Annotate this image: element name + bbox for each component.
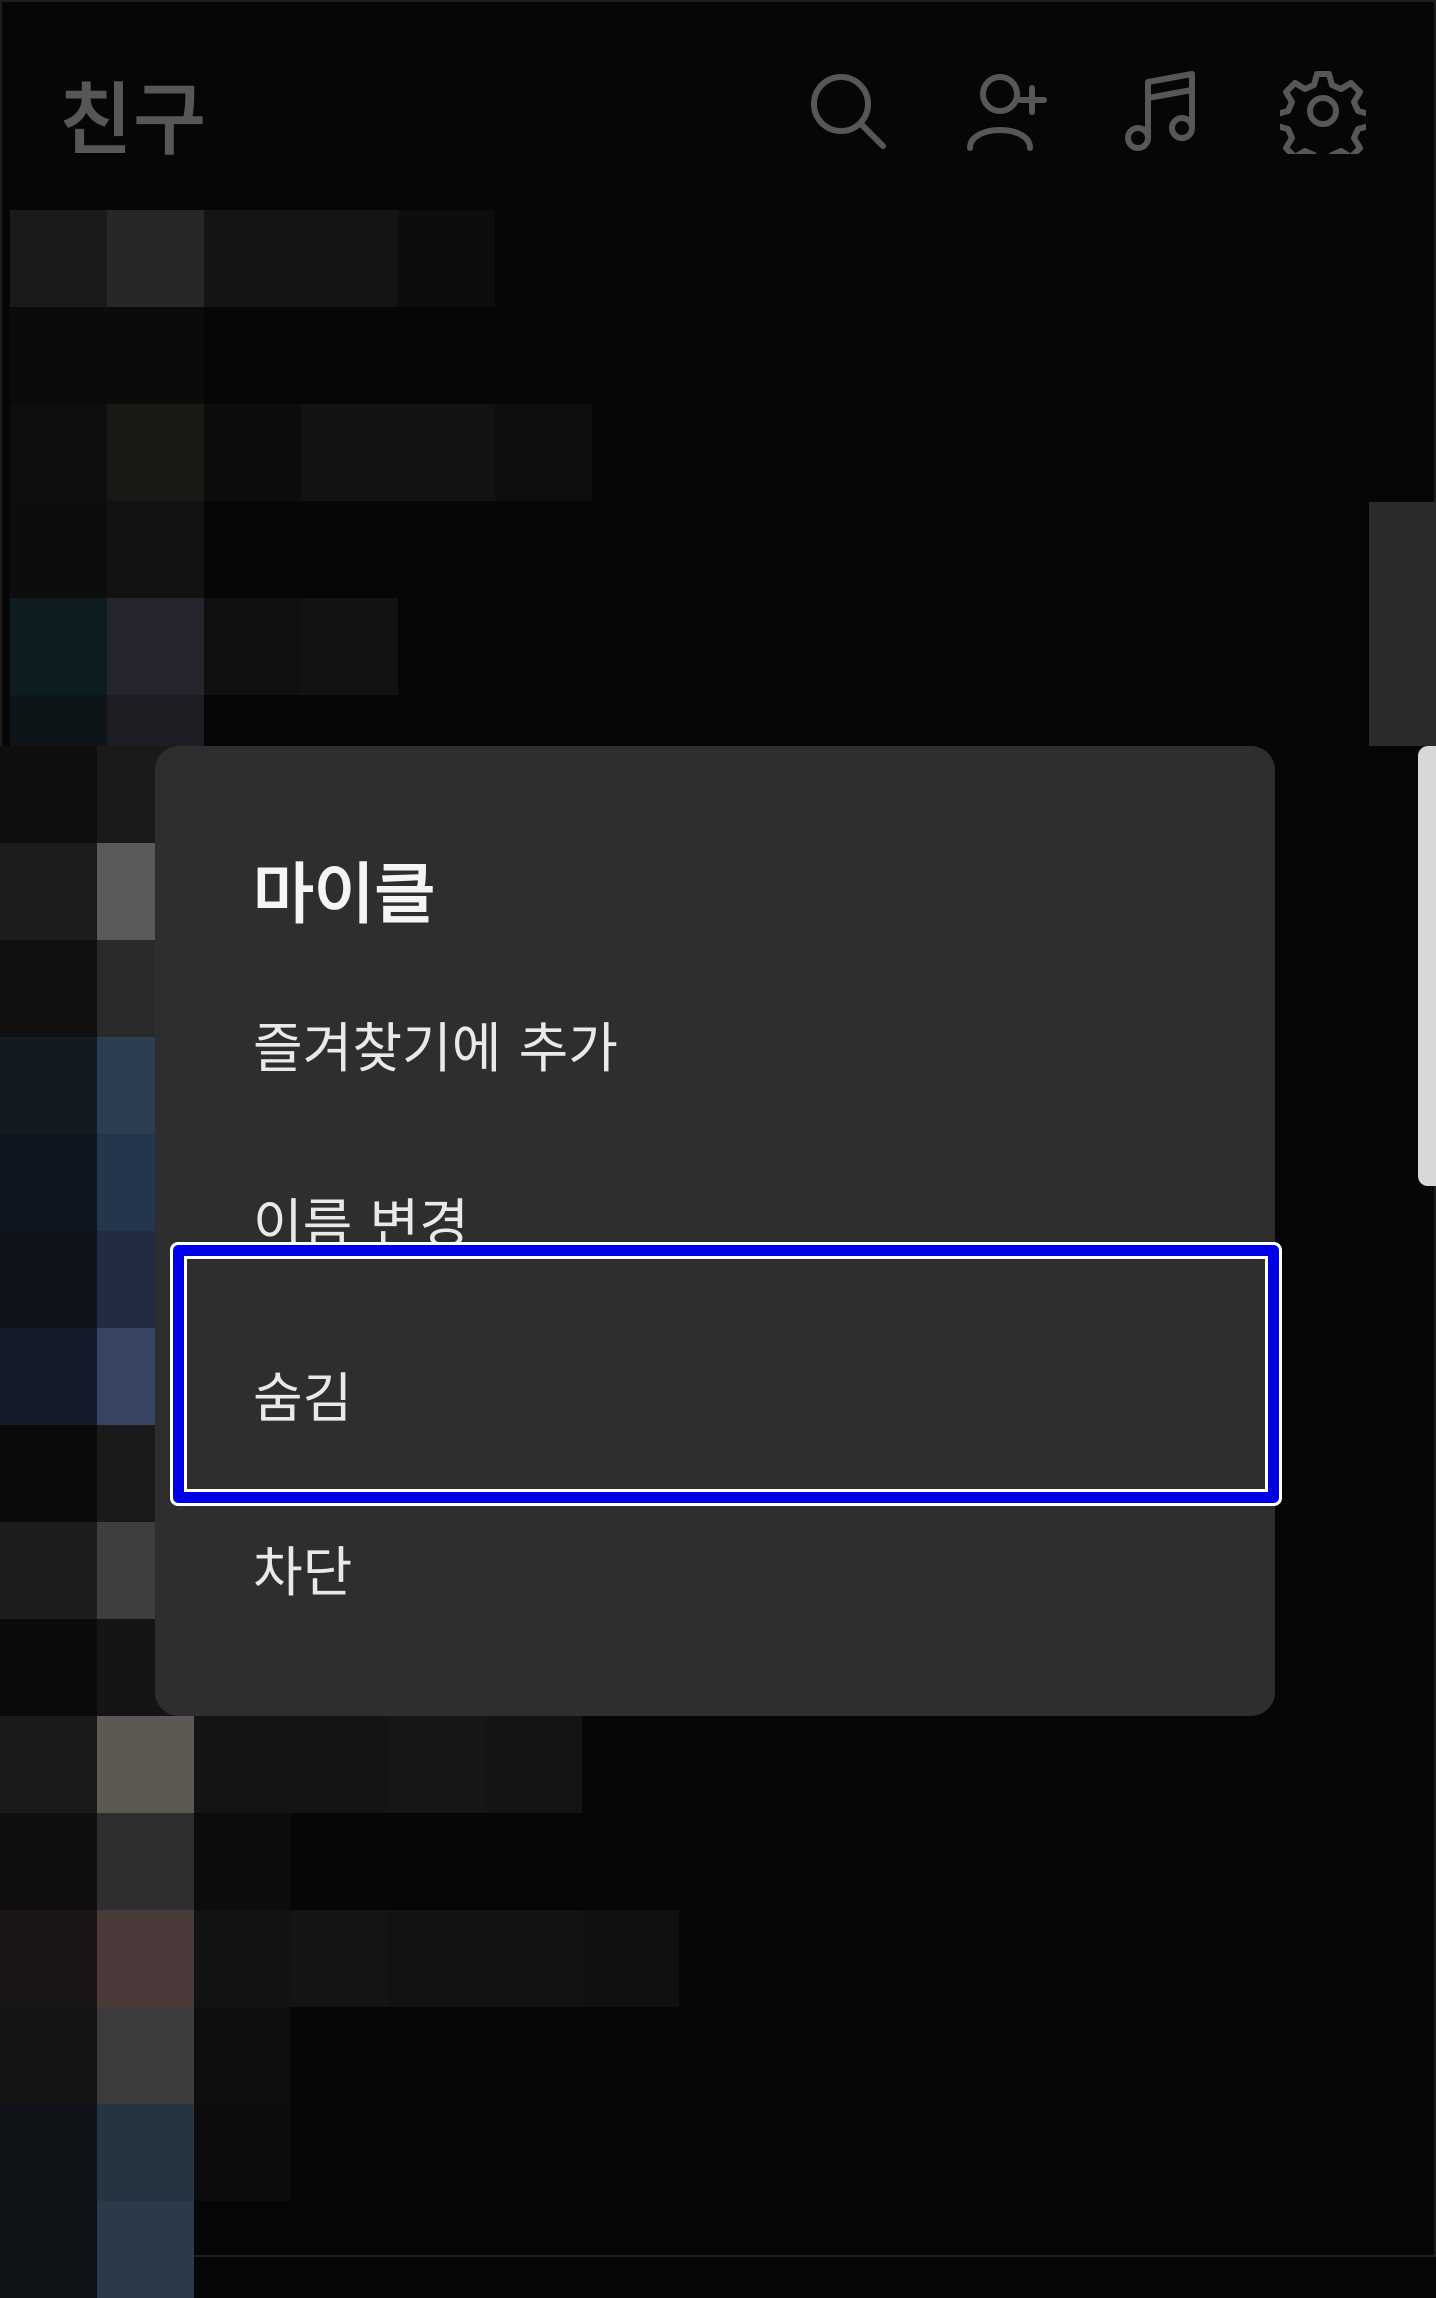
menu-item-block[interactable]: 차단	[253, 1528, 352, 1607]
music-icon[interactable]	[1120, 68, 1206, 154]
search-icon[interactable]	[805, 68, 891, 154]
menu-title: 마이클	[253, 856, 436, 933]
menu-item-add-favorite[interactable]: 즐겨찾기에 추가	[253, 1004, 618, 1083]
friend-context-menu: 마이클 즐겨찾기에 추가 이름 변경 숨김 차단	[155, 746, 1275, 1716]
highlight-box-hide	[170, 1242, 1282, 1506]
add-friend-icon[interactable]	[962, 68, 1048, 154]
side-thumbnail-edge	[1418, 746, 1436, 1186]
friends-header: 친구	[0, 0, 1436, 210]
page-title: 친구	[60, 76, 208, 166]
settings-icon[interactable]	[1274, 68, 1372, 169]
side-thumbnail	[1369, 502, 1436, 746]
